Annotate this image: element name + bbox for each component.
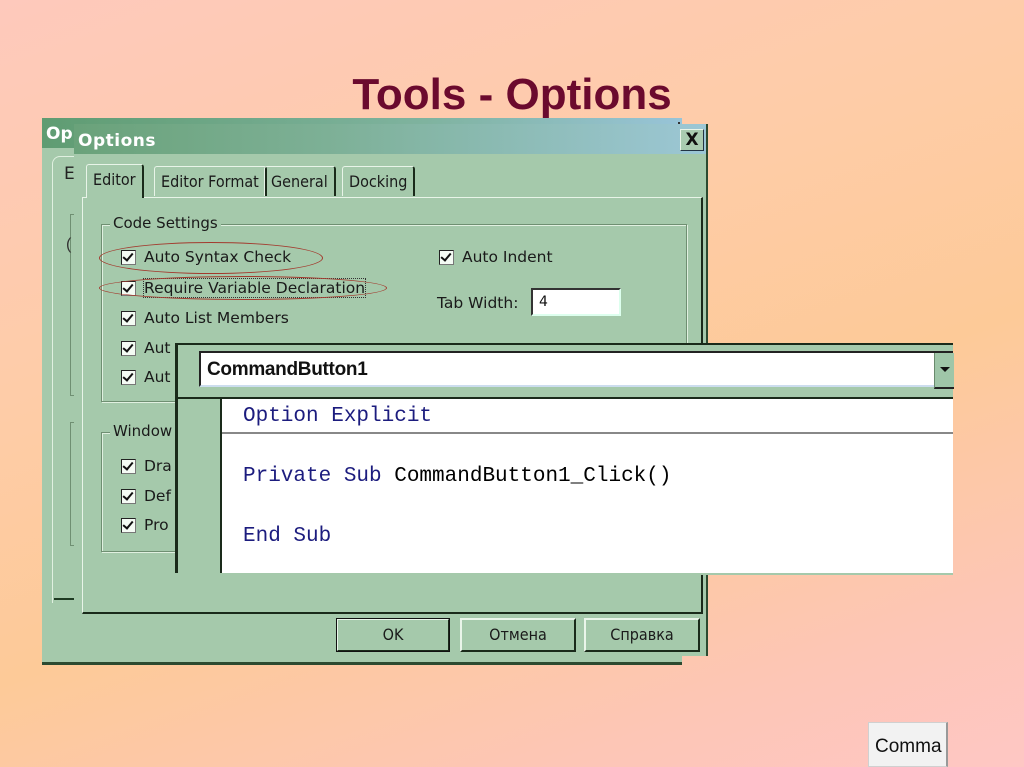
drag-and-drop-label: Dra: [144, 457, 172, 475]
back-window-divider: [54, 598, 76, 600]
procedure-separator-checkbox[interactable]: [121, 517, 136, 533]
auto-list-members-checkbox[interactable]: [121, 310, 136, 326]
command-button[interactable]: Comma: [868, 722, 948, 767]
procedure-separator-label: Pro: [144, 516, 169, 534]
auto-indent-option[interactable]: Auto Indent: [439, 248, 553, 268]
auto-quick-info-checkbox[interactable]: [121, 340, 136, 356]
tab-editor-format[interactable]: Editor Format: [154, 166, 267, 196]
window-settings-label: Window: [110, 422, 176, 440]
help-button[interactable]: Справка: [584, 618, 700, 652]
drag-and-drop-option[interactable]: Dra: [121, 457, 172, 477]
auto-data-tips-option[interactable]: Aut: [121, 368, 171, 388]
dialog-title: Options: [78, 131, 156, 151]
auto-data-tips-checkbox[interactable]: [121, 369, 136, 385]
code-settings-label: Code Settings: [110, 214, 221, 232]
require-variable-declaration-option[interactable]: Require Variable Declaration: [121, 278, 367, 299]
tab-general[interactable]: General: [264, 166, 336, 196]
object-dropdown[interactable]: CommandButton1: [199, 351, 953, 387]
require-variable-declaration-label: Require Variable Declaration: [142, 278, 367, 298]
tab-width-label: Tab Width:: [437, 294, 519, 312]
auto-data-tips-label: Aut: [144, 368, 171, 386]
auto-syntax-check-label: Auto Syntax Check: [144, 248, 292, 266]
code-margin-indicator-bar: [178, 399, 222, 573]
procedure-separator-line: [222, 432, 953, 434]
auto-quick-info-label: Aut: [144, 339, 171, 357]
code-line[interactable]: Option Explicit: [243, 405, 432, 428]
drag-and-drop-checkbox[interactable]: [121, 458, 136, 474]
dialog-titlebar[interactable]: Options: [74, 124, 706, 154]
object-dropdown-value: CommandButton1: [207, 359, 368, 380]
default-full-module-view-checkbox[interactable]: [121, 488, 136, 504]
ok-button[interactable]: OK: [336, 618, 450, 652]
auto-list-members-option[interactable]: Auto List Members: [121, 309, 289, 329]
code-window: CommandButton1 Option Explicit Private S…: [175, 343, 954, 575]
auto-indent-label: Auto Indent: [462, 248, 553, 266]
require-variable-declaration-checkbox[interactable]: [121, 280, 136, 296]
code-pane[interactable]: Option Explicit Private Sub CommandButto…: [222, 399, 953, 573]
back-window-text-fragment: (: [66, 236, 72, 253]
auto-syntax-check-checkbox[interactable]: [121, 249, 136, 265]
code-editor[interactable]: Option Explicit Private Sub CommandButto…: [178, 397, 953, 575]
auto-list-members-label: Auto List Members: [144, 309, 289, 327]
tab-width-input[interactable]: 4: [531, 288, 621, 316]
close-button[interactable]: X: [680, 129, 704, 151]
back-window-title: Op: [46, 124, 73, 144]
auto-indent-checkbox[interactable]: [439, 249, 454, 265]
chevron-down-icon[interactable]: [934, 353, 954, 389]
auto-quick-info-option[interactable]: Aut: [121, 339, 171, 359]
auto-syntax-check-option[interactable]: Auto Syntax Check: [121, 248, 291, 268]
cancel-button[interactable]: Отмена: [460, 618, 576, 652]
procedure-separator-option[interactable]: Pro: [121, 516, 169, 536]
slide-title: Tools - Options: [352, 70, 672, 119]
close-icon: X: [685, 130, 699, 150]
tab-docking[interactable]: Docking: [342, 166, 416, 196]
code-line[interactable]: Private Sub CommandButton1_Click(): [243, 465, 671, 488]
default-full-module-view-option[interactable]: Def: [121, 487, 171, 507]
code-line[interactable]: End Sub: [243, 525, 331, 548]
default-full-module-view-label: Def: [144, 487, 171, 505]
tab-editor[interactable]: Editor: [86, 164, 144, 198]
